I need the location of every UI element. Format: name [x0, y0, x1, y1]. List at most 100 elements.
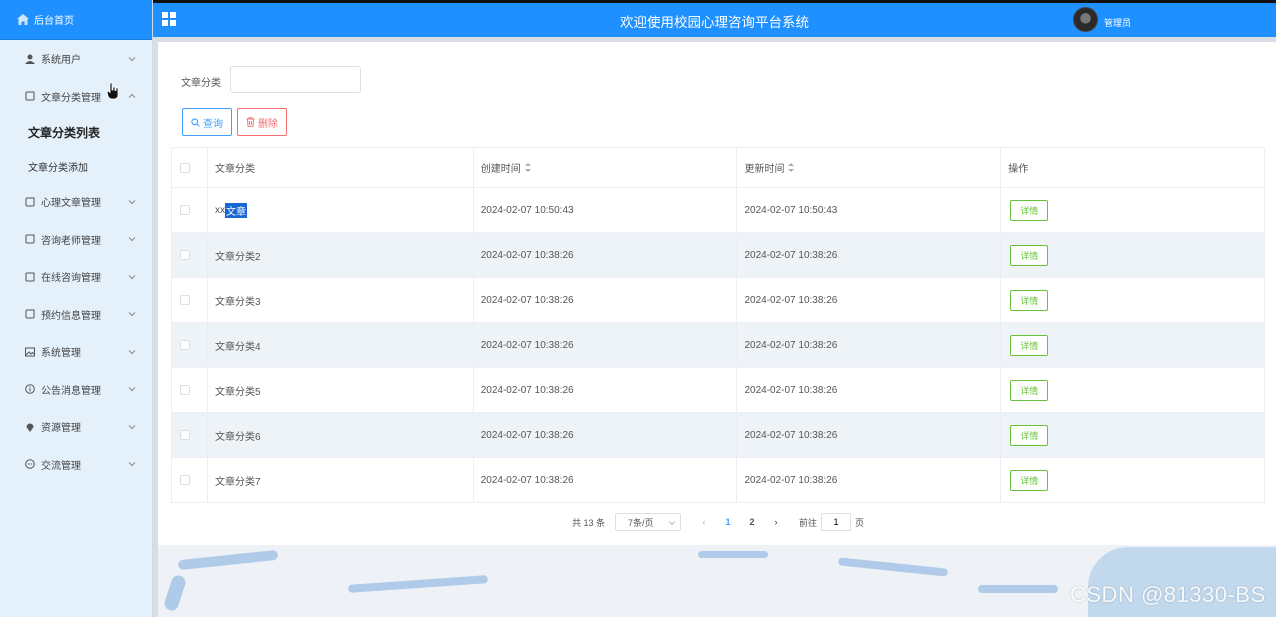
chevron-down-icon: [128, 349, 136, 354]
detail-button[interactable]: 详情: [1010, 199, 1049, 221]
updated-cell: 2024-02-07 10:50:43: [737, 188, 1002, 232]
page-number-1[interactable]: 1: [721, 517, 735, 527]
created-cell: 2024-02-07 10:38:26: [474, 368, 738, 412]
document-icon: [24, 271, 35, 282]
row-checkbox[interactable]: [180, 250, 190, 260]
sidebar-home-label: 后台首页: [34, 16, 74, 27]
actions-cell: 详情: [1001, 278, 1265, 322]
category-cell: 文章分类4: [208, 323, 474, 367]
detail-button[interactable]: 详情: [1010, 424, 1049, 446]
avatar[interactable]: [1073, 7, 1098, 32]
sidebar-item-label: 公告消息管理: [41, 385, 101, 397]
picture-icon: [24, 346, 35, 357]
updated-cell: 2024-02-07 10:38:26: [737, 368, 1002, 412]
actions-cell: 详情: [1001, 413, 1265, 457]
submenu-item-category-add[interactable]: 文章分类添加: [0, 149, 152, 183]
sidebar-item-system-manage[interactable]: 系统管理: [0, 333, 152, 371]
prev-page-icon[interactable]: ‹: [697, 517, 711, 527]
actions-cell: 详情: [1001, 188, 1265, 232]
page-number-2[interactable]: 2: [745, 517, 759, 527]
column-header-label: 操作: [1008, 164, 1029, 175]
detail-button[interactable]: 详情: [1010, 334, 1049, 356]
category-search-input[interactable]: [230, 66, 361, 93]
row-select-cell: [172, 233, 208, 277]
decor-stroke: [837, 557, 949, 577]
row-select-cell: [172, 368, 208, 412]
decor-stroke: [162, 573, 188, 613]
pagination: 共 13 条 7条/页 ‹ 1 2 › 前往 页: [572, 513, 864, 531]
watermark: CSDN @81330-BS: [1070, 582, 1266, 607]
delete-button-label: 删除: [258, 118, 278, 130]
top-bar: 欢迎使用校园心理咨询平台系统 管理员: [153, 0, 1276, 37]
category-cell: 文章分类3: [208, 278, 474, 322]
sidebar-item-appointment[interactable]: 预约信息管理: [0, 296, 152, 334]
home-icon: [17, 14, 29, 25]
sidebar-item-announcement[interactable]: 公告消息管理: [0, 371, 152, 409]
created-cell: 2024-02-07 10:38:26: [474, 323, 738, 367]
row-checkbox[interactable]: [180, 295, 190, 305]
search-icon: [191, 117, 200, 127]
sidebar-item-psych-article[interactable]: 心理文章管理: [0, 183, 152, 221]
sidebar-item-label: 文章分类管理: [41, 92, 101, 104]
sidebar-item-communication[interactable]: 交流管理: [0, 446, 152, 484]
decor-stroke: [177, 549, 279, 571]
column-header-created[interactable]: 创建时间: [474, 148, 738, 187]
sidebar-item-article-category[interactable]: 文章分类管理: [0, 78, 152, 116]
column-header-category: 文章分类: [208, 148, 474, 187]
chevron-down-icon: [128, 237, 136, 242]
row-checkbox[interactable]: [180, 430, 190, 440]
delete-button[interactable]: 删除: [237, 108, 287, 136]
table-row: 文章分类4 2024-02-07 10:38:26 2024-02-07 10:…: [172, 323, 1265, 368]
page-size-value: 7条/页: [628, 517, 654, 528]
submenu-item-category-list[interactable]: 文章分类列表: [0, 115, 152, 149]
created-cell: 2024-02-07 10:50:43: [474, 188, 738, 232]
column-header-label: 文章分类: [214, 164, 255, 175]
created-cell: 2024-02-07 10:38:26: [474, 278, 738, 322]
updated-cell: 2024-02-07 10:38:26: [737, 413, 1002, 457]
row-checkbox[interactable]: [180, 205, 190, 215]
detail-button[interactable]: 详情: [1010, 244, 1049, 266]
detail-button[interactable]: 详情: [1010, 379, 1049, 401]
chat-bubble-icon: [24, 459, 35, 470]
select-all-checkbox[interactable]: [180, 162, 190, 173]
query-button[interactable]: 查询: [182, 108, 232, 136]
category-cell: xx 文章: [208, 188, 474, 232]
goto-page-input[interactable]: [821, 513, 852, 531]
detail-button[interactable]: 详情: [1010, 289, 1049, 311]
detail-button[interactable]: 详情: [1010, 469, 1049, 491]
sidebar-item-label: 交流管理: [41, 460, 81, 472]
row-checkbox[interactable]: [180, 340, 190, 350]
chevron-down-icon: [128, 312, 136, 317]
sidebar-item-counselor[interactable]: 咨询老师管理: [0, 221, 152, 259]
row-select-cell: [172, 278, 208, 322]
sidebar-item-resource[interactable]: 资源管理: [0, 408, 152, 446]
user-icon: [24, 53, 35, 64]
document-icon: [24, 234, 35, 245]
sort-icon[interactable]: [524, 163, 531, 172]
updated-cell: 2024-02-07 10:38:26: [737, 323, 1002, 367]
row-checkbox[interactable]: [180, 385, 190, 395]
actions-cell: 详情: [1001, 323, 1265, 367]
submenu-item-label: 文章分类添加: [28, 162, 88, 174]
location-pin-icon: [24, 421, 35, 432]
hand-cursor-icon: [106, 82, 119, 100]
sidebar-item-online-consult[interactable]: 在线咨询管理: [0, 258, 152, 296]
table-row: xx 文章 2024-02-07 10:50:43 2024-02-07 10:5…: [172, 188, 1265, 233]
column-header-label: 创建时间: [480, 164, 521, 175]
updated-cell: 2024-02-07 10:38:26: [737, 233, 1002, 277]
sidebar-item-label: 预约信息管理: [41, 310, 101, 322]
sidebar-item-label: 系统用户: [41, 55, 81, 67]
updated-cell: 2024-02-07 10:38:26: [737, 458, 1002, 502]
document-icon: [24, 91, 35, 102]
user-name[interactable]: 管理员: [1104, 16, 1131, 29]
column-header-updated[interactable]: 更新时间: [737, 148, 1002, 187]
sort-icon[interactable]: [788, 163, 795, 172]
sidebar-item-system-users[interactable]: 系统用户: [0, 40, 152, 78]
row-checkbox[interactable]: [180, 475, 190, 485]
next-page-icon[interactable]: ›: [769, 517, 783, 527]
page-size-select[interactable]: 7条/页: [615, 513, 682, 531]
chevron-down-icon: [128, 387, 136, 392]
sidebar-home-link[interactable]: 后台首页: [0, 0, 152, 40]
category-cell: 文章分类5: [208, 368, 474, 412]
sidebar-item-label: 在线咨询管理: [41, 273, 101, 285]
